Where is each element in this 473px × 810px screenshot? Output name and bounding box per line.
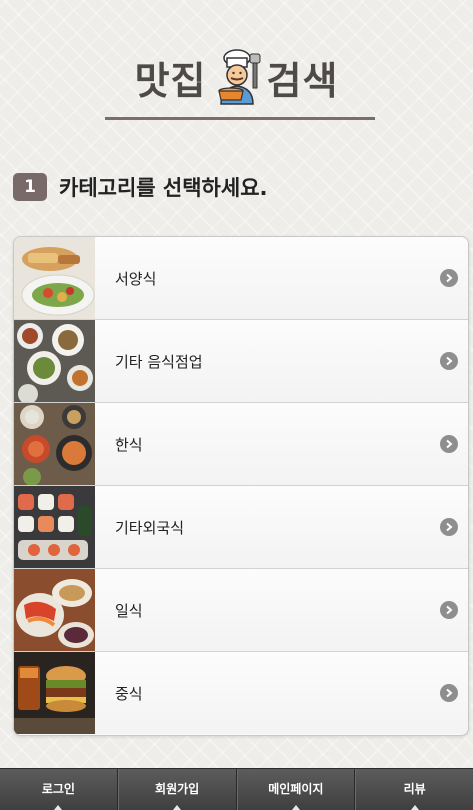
western-food-image (14, 237, 95, 319)
category-label: 일식 (115, 601, 143, 620)
korean-food-image (14, 403, 95, 485)
page-title: 맛집 검색 (135, 48, 339, 106)
chevron-right-icon (440, 352, 458, 370)
chevron-right-icon (440, 601, 458, 619)
nav-signup[interactable]: 회원가입 (117, 769, 237, 810)
japanese-food-image (14, 569, 95, 651)
category-item-japanese[interactable]: 일식 (14, 569, 468, 652)
category-list: 서양식 기타 음식점업 한식 기타외국식 일식 중식 (13, 236, 469, 736)
category-label: 서양식 (115, 269, 157, 288)
step-badge: 1 (13, 173, 47, 201)
title-underline (105, 117, 375, 120)
bottom-nav: 로그인 회원가입 메인페이지 리뷰 (0, 768, 473, 810)
category-item-other-restaurant[interactable]: 기타 음식점업 (14, 320, 468, 403)
page-header: 맛집 검색 (0, 48, 473, 106)
chevron-right-icon (440, 269, 458, 287)
other-foreign-food-image (14, 486, 95, 568)
other-restaurant-food-image (14, 320, 95, 402)
category-label: 한식 (115, 435, 143, 454)
category-item-korean[interactable]: 한식 (14, 403, 468, 486)
nav-label: 회원가입 (155, 782, 200, 796)
category-label: 기타 음식점업 (115, 352, 203, 371)
caret-icon (291, 805, 300, 810)
chef-icon (217, 49, 260, 105)
caret-icon (410, 805, 419, 810)
nav-label: 메인페이지 (268, 782, 324, 796)
title-right: 검색 (266, 58, 339, 103)
category-item-chinese[interactable]: 중식 (14, 652, 468, 734)
nav-login[interactable]: 로그인 (0, 769, 118, 810)
nav-main-page[interactable]: 메인페이지 (236, 769, 356, 810)
category-label: 중식 (115, 684, 143, 703)
chevron-right-icon (440, 518, 458, 536)
category-item-western[interactable]: 서양식 (14, 237, 468, 320)
nav-label: 로그인 (41, 782, 75, 796)
caret-icon (54, 805, 63, 810)
nav-review[interactable]: 리뷰 (355, 769, 473, 810)
nav-label: 리뷰 (403, 782, 426, 796)
caret-icon (173, 805, 182, 810)
step-text: 카테고리를 선택하세요. (59, 176, 268, 200)
category-label: 기타외국식 (115, 518, 185, 537)
chinese-food-image (14, 652, 95, 734)
step-heading: 1 카테고리를 선택하세요. (13, 172, 268, 202)
chevron-right-icon (440, 435, 458, 453)
category-item-other-foreign[interactable]: 기타외국식 (14, 486, 468, 569)
title-left: 맛집 (134, 58, 207, 103)
chevron-right-icon (440, 684, 458, 702)
